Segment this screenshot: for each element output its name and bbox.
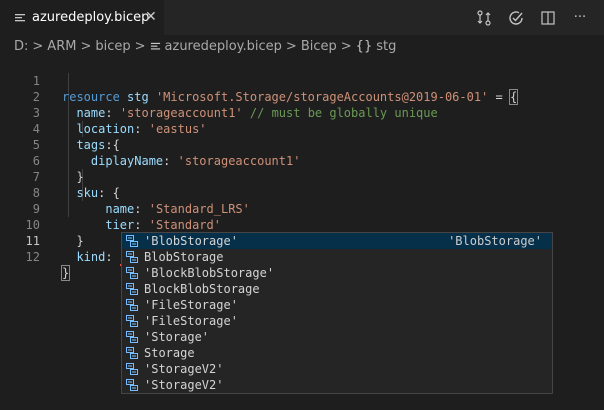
suggestion-item[interactable]: 'FileStorage' xyxy=(122,297,552,313)
code-line: 9 tier: 'Standard' xyxy=(0,185,604,232)
suggestion-label: 'FileStorage' xyxy=(144,314,238,328)
code-line: 2 name: 'storageaccount1' // must be glo… xyxy=(0,73,604,120)
suggestion-label: 'StorageV2' xyxy=(144,378,224,392)
code-line: 8 name: 'Standard_LRS' xyxy=(0,169,604,216)
suggestion-item[interactable]: 'StorageV2' xyxy=(122,377,552,393)
code-line: 7 sku: { xyxy=(0,153,604,200)
token-brace: } xyxy=(60,265,71,281)
suggestion-label: 'Storage' xyxy=(144,330,210,344)
suggestion-label: 'StorageV2' xyxy=(144,362,224,376)
code-line-active: 11 kind: '' xyxy=(0,217,604,266)
breadcrumb-separator: > xyxy=(285,38,297,54)
file-lines-icon xyxy=(150,42,160,50)
code-line: 3 location: 'eastus' xyxy=(0,89,604,136)
breadcrumb: D: > ARM > bicep > azuredeploy.bicep > B… xyxy=(0,35,604,57)
symbol-braces-icon: {} xyxy=(355,38,373,54)
suggestion-item[interactable]: 'Storage' xyxy=(122,329,552,345)
file-lines-icon xyxy=(15,13,25,21)
breadcrumb-item-file[interactable]: azuredeploy.bicep xyxy=(165,39,282,54)
suggestion-detail: 'BlobStorage' xyxy=(448,234,542,248)
suggestion-label: 'BlockBlobStorage' xyxy=(144,266,275,280)
code-line: 5 diplayName: 'storageaccount1' xyxy=(0,121,604,168)
enum-member-icon xyxy=(126,347,138,359)
suggestion-item[interactable]: Storage xyxy=(122,345,552,361)
suggestion-item[interactable]: 'BlockBlobStorage' xyxy=(122,265,552,281)
enum-member-icon xyxy=(126,267,138,279)
suggestion-item[interactable]: BlobStorage xyxy=(122,249,552,265)
compare-changes-icon[interactable] xyxy=(468,7,500,29)
breadcrumb-item-symbol[interactable]: stg xyxy=(376,39,396,54)
open-changes-icon[interactable] xyxy=(500,7,532,29)
line-number: 12 xyxy=(25,250,40,264)
split-editor-icon[interactable] xyxy=(532,7,564,29)
editor-tab[interactable]: azuredeploy.bicep ✕ xyxy=(0,0,164,35)
token-property: kind xyxy=(76,250,106,264)
enum-member-icon xyxy=(126,331,138,343)
enum-member-icon xyxy=(126,379,138,391)
breadcrumb-item-folder-bicep[interactable]: bicep xyxy=(95,39,130,54)
enum-member-icon xyxy=(126,235,138,247)
enum-member-icon xyxy=(126,283,138,295)
enum-member-icon xyxy=(126,315,138,327)
suggestion-label: 'BlobStorage' xyxy=(144,234,238,248)
breadcrumb-separator: > xyxy=(340,38,352,54)
code-line: 6 } xyxy=(0,137,604,184)
suggestion-label: Storage xyxy=(144,346,195,360)
enum-member-icon xyxy=(126,251,138,263)
enum-member-icon xyxy=(126,299,138,311)
code-line: 10 } xyxy=(0,201,604,248)
enum-member-icon xyxy=(126,363,138,375)
suggestion-item[interactable]: 'BlobStorage' 'BlobStorage' xyxy=(122,233,552,249)
suggestion-widget[interactable]: 'BlobStorage' 'BlobStorage' BlobStorage 'Bl… xyxy=(121,232,553,394)
suggestion-item[interactable]: 'FileStorage' xyxy=(122,313,552,329)
breadcrumb-item-language[interactable]: Bicep xyxy=(301,39,337,54)
suggestion-item[interactable]: BlockBlobStorage xyxy=(122,281,552,297)
tab-title: azuredeploy.bicep xyxy=(32,10,150,25)
tab-bar: azuredeploy.bicep ✕ ··· xyxy=(0,0,604,35)
breadcrumb-separator: > xyxy=(32,38,44,54)
suggestion-label: 'FileStorage' xyxy=(144,298,238,312)
breadcrumb-item-drive[interactable]: D: xyxy=(14,39,28,54)
editor-actions: ··· xyxy=(468,0,596,35)
suggestion-item[interactable]: 'StorageV2' xyxy=(122,361,552,377)
breadcrumb-separator: > xyxy=(80,38,92,54)
suggestion-label: BlobStorage xyxy=(144,250,224,264)
breadcrumb-separator: > xyxy=(134,38,146,54)
code-line: 4 tags:{ xyxy=(0,105,604,152)
more-actions-label: ··· xyxy=(573,10,587,25)
close-tab-icon[interactable]: ✕ xyxy=(145,9,157,25)
token-colon: : xyxy=(105,250,113,264)
breadcrumb-item-folder-arm[interactable]: ARM xyxy=(47,39,76,54)
suggestion-label: BlockBlobStorage xyxy=(144,282,260,296)
more-actions-icon[interactable]: ··· xyxy=(564,7,596,29)
code-line: 1 resource stg 'Microsoft.Storage/storag… xyxy=(0,57,604,105)
